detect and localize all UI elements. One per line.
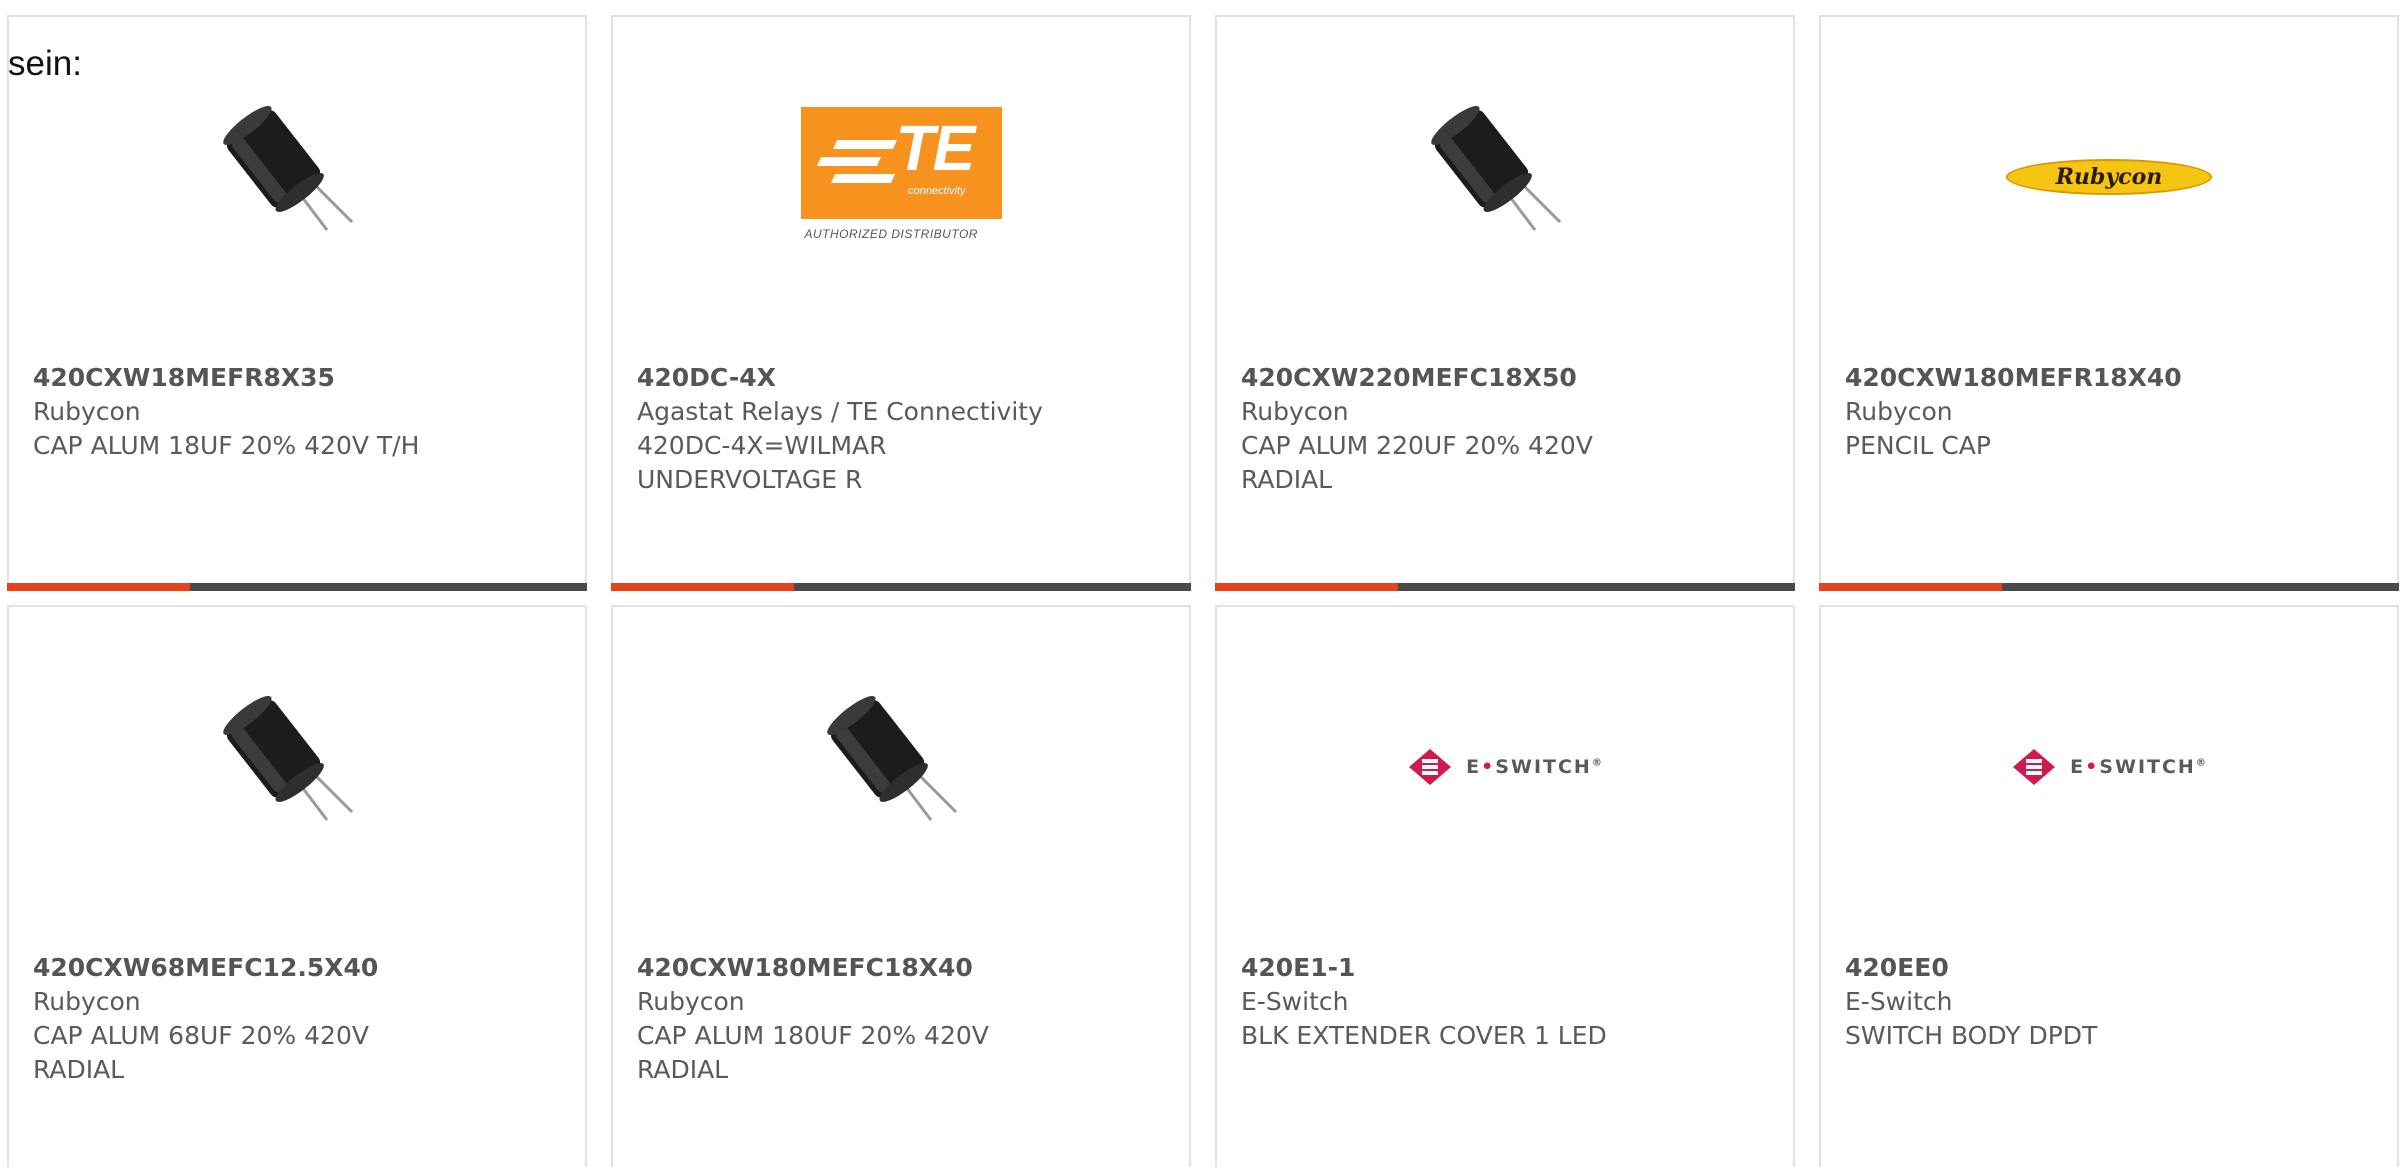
te-caption: AUTHORIZED DISTRIBUTOR <box>804 227 978 241</box>
product-card[interactable]: 420CXW220MEFC18X50 Rubycon CAP ALUM 220U… <box>1215 15 1795 591</box>
description: CAP ALUM 220UF 20% 420V <box>1241 431 1593 460</box>
capacitor-icon <box>223 695 354 821</box>
product-grid: 420CXW18MEFR8X35 Rubycon CAP ALUM 18UF 2… <box>7 15 2399 1167</box>
product-info: 420CXW68MEFC12.5X40 Rubycon CAP ALUM 68U… <box>33 951 555 1087</box>
eswitch-wordmark: E•SWITCH® <box>1466 756 1602 778</box>
te-sub: connectivity <box>908 185 966 197</box>
description: BLK EXTENDER COVER 1 LED <box>1241 1021 1607 1050</box>
product-card[interactable]: Rubycon 420CXW180MEFR18X40 Rubycon PENCI… <box>1819 15 2399 591</box>
eswitch-logo: E•SWITCH® <box>2012 748 2206 786</box>
product-image <box>613 657 1189 877</box>
card-footer-bar <box>1819 583 2399 591</box>
product-info: 420CXW180MEFC18X40 Rubycon CAP ALUM 180U… <box>637 951 1159 1087</box>
product-card[interactable]: E•SWITCH® 420EE0 E-Switch SWITCH BODY DP… <box>1819 605 2399 1167</box>
card-footer-bar <box>1215 583 1795 591</box>
manufacturer: Rubycon <box>33 987 141 1016</box>
part-number[interactable]: 420CXW18MEFR8X35 <box>33 361 555 395</box>
te-mark-icon <box>816 140 897 183</box>
card-accent <box>611 583 794 591</box>
product-info: 420CXW220MEFC18X50 Rubycon CAP ALUM 220U… <box>1241 361 1763 497</box>
card-footer-bar <box>611 583 1191 591</box>
card-accent <box>7 583 190 591</box>
intro-text: sein: <box>8 44 82 83</box>
rubycon-logo: Rubycon <box>2006 159 2212 195</box>
part-number[interactable]: 420EE0 <box>1845 951 2367 985</box>
product-card[interactable]: E•SWITCH® 420E1-1 E-Switch BLK EXTENDER … <box>1215 605 1795 1167</box>
description-line-2: RADIAL <box>637 1055 729 1084</box>
description-line-2: UNDERVOLTAGE R <box>637 465 863 494</box>
product-card[interactable]: TE connectivity AUTHORIZED DISTRIBUTOR 4… <box>611 15 1191 591</box>
te-logo: TE connectivity AUTHORIZED DISTRIBUTOR <box>800 107 1002 247</box>
product-info: 420EE0 E-Switch SWITCH BODY DPDT <box>1845 951 2367 1053</box>
card-footer-bar <box>7 583 587 591</box>
product-image: E•SWITCH® <box>1217 657 1793 877</box>
manufacturer: Rubycon <box>33 397 141 426</box>
card-accent <box>1215 583 1398 591</box>
eswitch-mark-icon <box>1409 749 1452 785</box>
part-number[interactable]: 420CXW180MEFC18X40 <box>637 951 1159 985</box>
card-accent <box>1819 583 2002 591</box>
description: 420DC-4X=WILMAR <box>637 431 887 460</box>
product-image: E•SWITCH® <box>1821 657 2397 877</box>
product-info: 420CXW180MEFR18X40 Rubycon PENCIL CAP <box>1845 361 2367 463</box>
page: sein: 420CXW18MEFR8X35 Rubycon CAP ALUM … <box>0 0 2407 1167</box>
description: CAP ALUM 68UF 20% 420V <box>33 1021 369 1050</box>
capacitor-icon <box>223 105 354 231</box>
manufacturer: E-Switch <box>1241 987 1349 1016</box>
product-image <box>1217 67 1793 287</box>
manufacturer: Agastat Relays / TE Connectivity <box>637 397 1043 426</box>
product-card[interactable]: 420CXW68MEFC12.5X40 Rubycon CAP ALUM 68U… <box>7 605 587 1167</box>
product-info: 420DC-4X Agastat Relays / TE Connectivit… <box>637 361 1159 497</box>
product-image <box>9 67 585 287</box>
eswitch-wordmark: E•SWITCH® <box>2070 756 2206 778</box>
part-number[interactable]: 420CXW220MEFC18X50 <box>1241 361 1763 395</box>
description-line-2: RADIAL <box>33 1055 125 1084</box>
description: CAP ALUM 18UF 20% 420V T/H <box>33 431 420 460</box>
manufacturer: Rubycon <box>637 987 745 1016</box>
eswitch-logo: E•SWITCH® <box>1408 748 1602 786</box>
manufacturer: Rubycon <box>1845 397 1953 426</box>
eswitch-mark-icon <box>2013 749 2056 785</box>
part-number[interactable]: 420DC-4X <box>637 361 1159 395</box>
capacitor-icon <box>1431 105 1562 231</box>
product-image: TE connectivity AUTHORIZED DISTRIBUTOR <box>613 67 1189 287</box>
description: CAP ALUM 180UF 20% 420V <box>637 1021 989 1050</box>
capacitor-icon <box>827 695 958 821</box>
product-info: 420E1-1 E-Switch BLK EXTENDER COVER 1 LE… <box>1241 951 1763 1053</box>
part-number[interactable]: 420CXW180MEFR18X40 <box>1845 361 2367 395</box>
description: SWITCH BODY DPDT <box>1845 1021 2098 1050</box>
product-image: Rubycon <box>1821 67 2397 287</box>
description: PENCIL CAP <box>1845 431 1991 460</box>
te-mark: TE <box>895 112 976 184</box>
product-info: 420CXW18MEFR8X35 Rubycon CAP ALUM 18UF 2… <box>33 361 555 463</box>
part-number[interactable]: 420E1-1 <box>1241 951 1763 985</box>
product-card[interactable]: 420CXW180MEFC18X40 Rubycon CAP ALUM 180U… <box>611 605 1191 1167</box>
product-image <box>9 657 585 877</box>
part-number[interactable]: 420CXW68MEFC12.5X40 <box>33 951 555 985</box>
product-card[interactable]: 420CXW18MEFR8X35 Rubycon CAP ALUM 18UF 2… <box>7 15 587 591</box>
manufacturer: Rubycon <box>1241 397 1349 426</box>
manufacturer: E-Switch <box>1845 987 1953 1016</box>
description-line-2: RADIAL <box>1241 465 1333 494</box>
